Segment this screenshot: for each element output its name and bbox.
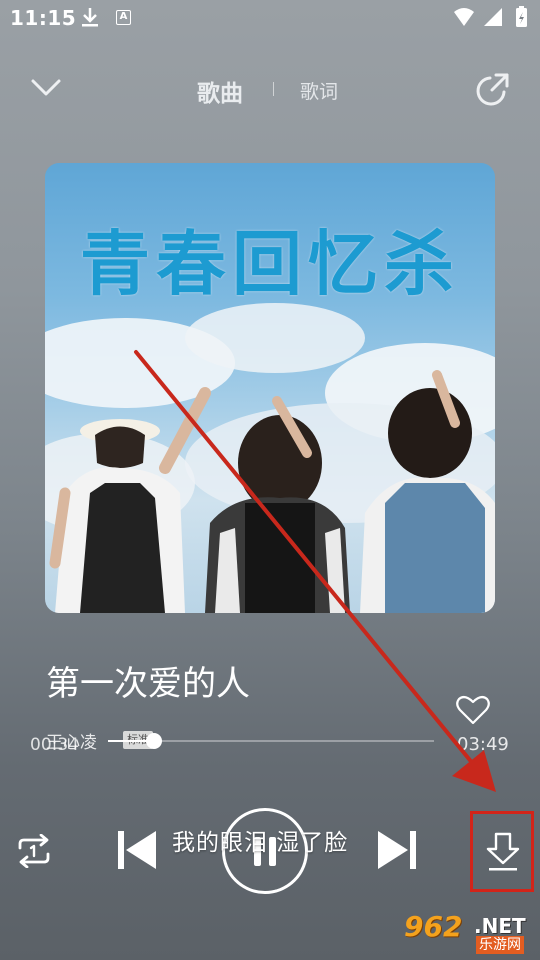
tab-song[interactable]: 歌曲: [197, 74, 243, 108]
status-icons: [454, 6, 527, 27]
previous-icon[interactable]: [116, 827, 158, 873]
cover-title-text: 青春回忆杀: [80, 223, 460, 305]
chevron-down-icon[interactable]: [28, 72, 64, 102]
tab-divider: [273, 82, 274, 96]
next-icon[interactable]: [376, 827, 418, 873]
battery-icon: [516, 6, 527, 27]
watermark-net: .NET: [474, 914, 526, 938]
progress-thumb[interactable]: [145, 733, 162, 749]
share-icon[interactable]: [476, 70, 512, 106]
wifi-icon: [454, 8, 474, 26]
progress-bar[interactable]: [108, 733, 434, 749]
site-watermark: 962 .NET 乐游网: [400, 908, 536, 956]
repeat-one-icon[interactable]: [14, 834, 54, 868]
watermark-number: 962: [404, 910, 463, 943]
tab-lyrics[interactable]: 歌词: [300, 77, 338, 104]
status-time: 11:15: [10, 6, 77, 30]
current-time: 00:34: [30, 735, 79, 755]
status-bar: 11:15 A: [0, 0, 540, 36]
signal-icon: [484, 8, 502, 26]
download-highlight-box: [470, 811, 534, 892]
total-time: 03:49: [457, 734, 509, 755]
heart-icon[interactable]: [455, 694, 491, 726]
player-header: 歌曲 歌词: [0, 60, 540, 116]
current-lyric-line: 我的眼泪 湿了脸: [172, 830, 349, 856]
download-notification-icon: [82, 8, 98, 27]
song-title: 第一次爱的人: [46, 664, 250, 704]
watermark-site-name: 乐游网: [476, 936, 524, 954]
album-cover: 青春回忆杀: [45, 163, 495, 613]
notification-a-icon: A: [116, 10, 131, 25]
